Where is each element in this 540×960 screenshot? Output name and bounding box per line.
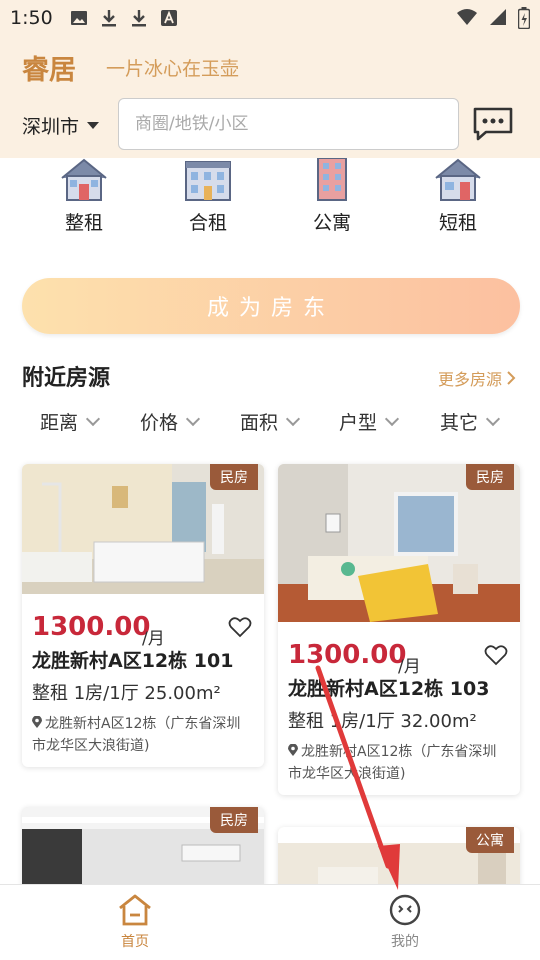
search-box[interactable] (118, 98, 459, 150)
more-listings-link[interactable]: 更多房源 (438, 366, 516, 390)
apartment-icon (317, 158, 347, 201)
location-pin-icon (32, 716, 42, 728)
category-label: 合租 (188, 212, 227, 234)
price-unit: /月 (142, 629, 165, 649)
filter-label: 价格 (140, 412, 179, 434)
message-icon[interactable] (472, 106, 514, 142)
listing-spec: 整租 1房/1厅 25.00m² (32, 683, 221, 704)
listing-price: 1300.00 (32, 612, 151, 642)
nav-home-label: 首页 (121, 934, 149, 950)
search-input[interactable] (119, 99, 458, 149)
address-text: 龙胜新村A区12栋（广东省深圳市龙华区大浪街道) (288, 744, 497, 782)
home-icon (119, 894, 151, 926)
chevron-down-icon (384, 411, 400, 426)
city-selector[interactable]: 深圳市 (22, 112, 100, 139)
filter-label: 距离 (40, 412, 79, 434)
category-short-rent[interactable]: 短租 (408, 158, 508, 235)
filter-price[interactable]: 价格 (140, 408, 201, 435)
filter-bar: 距离 价格 面积 户型 其它 (0, 408, 540, 438)
listing-spec: 整租 1房/1厅 32.00m² (288, 711, 477, 732)
filter-label: 户型 (339, 412, 378, 434)
category-label: 整租 (64, 212, 103, 234)
become-landlord-button[interactable]: 成为房东 (22, 278, 520, 334)
filter-other[interactable]: 其它 (440, 408, 501, 435)
chevron-down-icon (285, 411, 301, 426)
listing-photo: 民房 (22, 464, 264, 594)
image-icon (71, 11, 87, 25)
brand-slogan: 一片冰心在玉壶 (106, 58, 240, 80)
listing-photo: 民房 (278, 464, 520, 622)
listing-type-badge: 民房 (466, 464, 514, 490)
battery-icon (518, 7, 530, 29)
address-text: 龙胜新村A区12栋（广东省深圳市龙华区大浪街道) (32, 716, 241, 754)
house-icon (61, 158, 107, 201)
listing-type-badge: 公寓 (466, 827, 514, 853)
listing-card[interactable]: 民房 1300.00 /月 龙胜新村A区12栋 101 整租 1房/1厅 25.… (22, 464, 264, 767)
building-icon (185, 161, 231, 201)
category-label: 公寓 (312, 212, 351, 234)
category-row: 整租 合租 公寓 短租 (0, 158, 540, 248)
chevron-down-icon (85, 411, 101, 426)
bottom-nav: 首页 我的 (0, 884, 540, 960)
listing-card[interactable]: 民房 1300.00 /月 龙胜新村A区12栋 103 整租 1房/1厅 32.… (278, 464, 520, 795)
location-pin-icon (288, 744, 298, 756)
more-listings-label: 更多房源 (437, 370, 502, 389)
heart-icon[interactable] (228, 616, 252, 638)
heart-icon[interactable] (484, 644, 508, 666)
filter-label: 其它 (440, 412, 479, 434)
signal-icon (490, 9, 506, 25)
chevron-right-icon (507, 371, 516, 385)
app-header: 睿居 一片冰心在玉壶 深圳市 (0, 36, 540, 158)
face-icon (389, 894, 421, 926)
category-shared-rent[interactable]: 合租 (158, 158, 258, 235)
nav-mine-label: 我的 (391, 934, 419, 950)
filter-area[interactable]: 面积 (240, 408, 301, 435)
filter-layout[interactable]: 户型 (339, 408, 400, 435)
nearby-section-title: 附近房源 (22, 366, 111, 391)
chevron-down-icon (185, 411, 201, 426)
listing-type-badge: 民房 (210, 464, 258, 490)
wifi-icon (457, 9, 477, 25)
status-bar: 1:50 (0, 0, 540, 36)
filter-distance[interactable]: 距离 (40, 408, 101, 435)
listing-price: 1300.00 (288, 640, 407, 670)
category-label: 短租 (438, 212, 477, 234)
chevron-down-icon (485, 411, 501, 426)
nav-home[interactable]: 首页 (85, 893, 185, 951)
caret-down-icon (87, 122, 100, 129)
home-door-icon (435, 158, 481, 201)
filter-label: 面积 (240, 412, 279, 434)
category-whole-rent[interactable]: 整租 (34, 158, 134, 235)
text-icon (161, 10, 177, 26)
listing-address: 龙胜新村A区12栋（广东省深圳市龙华区大浪街道) (278, 733, 520, 795)
download-icon (132, 10, 146, 27)
category-apartment[interactable]: 公寓 (282, 158, 382, 235)
app-screen: 1:50 睿居 一片冰心在玉壶 深圳市 商圈/地铁/小区 整租 合租 公寓 短租… (0, 0, 540, 960)
listing-type-badge: 民房 (210, 807, 258, 833)
listing-address: 龙胜新村A区12栋（广东省深圳市龙华区大浪街道) (22, 705, 264, 767)
brand-logo-text: 睿居 (22, 55, 76, 86)
city-label: 深圳市 (22, 116, 80, 138)
price-unit: /月 (398, 657, 421, 677)
nav-mine[interactable]: 我的 (355, 893, 455, 951)
download-icon (102, 10, 116, 27)
status-time: 1:50 (10, 7, 53, 29)
